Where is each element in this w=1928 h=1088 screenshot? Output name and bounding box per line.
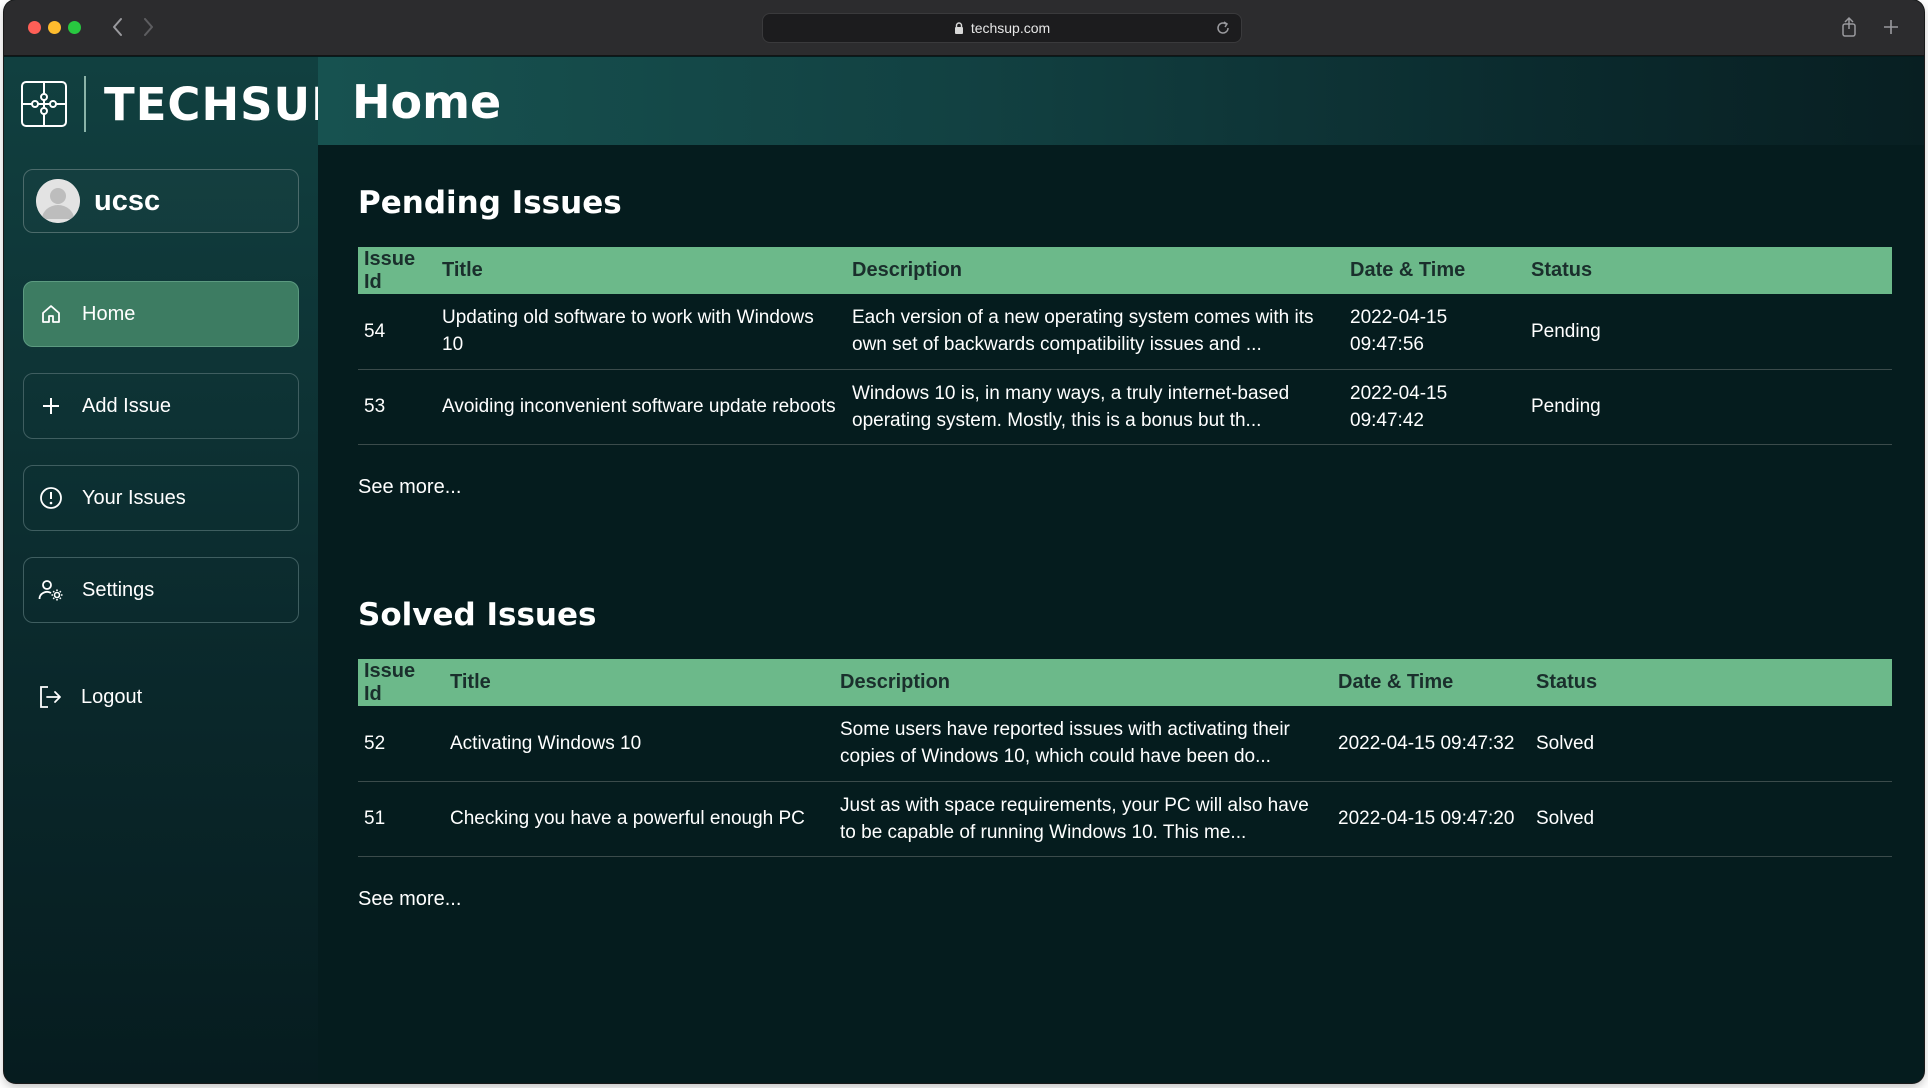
brand-divider xyxy=(84,76,86,132)
issue-description: Just as with space requirements, your PC… xyxy=(834,781,1332,857)
forward-arrow-icon[interactable] xyxy=(138,14,158,40)
issue-description: Each version of a new operating system c… xyxy=(846,294,1344,370)
column-header: Description xyxy=(846,247,1344,294)
column-header: Title xyxy=(444,659,834,706)
issue-datetime: 2022-04-15 09:47:20 xyxy=(1332,781,1530,857)
logout-label: Logout xyxy=(81,685,143,708)
issue-description: Some users have reported issues with act… xyxy=(834,706,1332,782)
user-name: ucsc xyxy=(94,184,161,217)
table-header-row: Issue Id Title Description Date & Time S… xyxy=(358,247,1892,294)
issue-title: Updating old software to work with Windo… xyxy=(436,294,846,370)
issue-id: 53 xyxy=(358,369,436,445)
table-row[interactable]: 54 Updating old software to work with Wi… xyxy=(358,294,1892,370)
sidebar-item-settings[interactable]: Settings xyxy=(23,557,299,623)
issue-title: Checking you have a powerful enough PC xyxy=(444,781,834,857)
sidebar-item-label: Your Issues xyxy=(82,486,186,509)
issue-title: Avoiding inconvenient software update re… xyxy=(436,369,846,445)
issue-datetime: 2022-04-15 09:47:56 xyxy=(1344,294,1525,370)
brand[interactable]: TECHSUP xyxy=(20,69,345,139)
issue-title: Activating Windows 10 xyxy=(444,706,834,782)
column-header: Issue Id xyxy=(358,659,444,706)
sidebar-item-label: Settings xyxy=(82,578,155,601)
logout-button[interactable]: Logout xyxy=(37,684,142,710)
table-row[interactable]: 51 Checking you have a powerful enough P… xyxy=(358,781,1892,857)
back-arrow-icon[interactable] xyxy=(108,14,128,40)
plus-icon xyxy=(38,393,64,419)
lock-icon xyxy=(954,22,963,34)
sidebar-item-your-issues[interactable]: Your Issues xyxy=(23,465,299,531)
issue-status: Solved xyxy=(1530,706,1892,782)
issue-status: Solved xyxy=(1530,781,1892,857)
solved-issues-heading: Solved Issues xyxy=(358,597,597,633)
sidebar-item-label: Add Issue xyxy=(82,394,171,417)
user-gear-icon xyxy=(38,577,64,603)
browser-toolbar: techsup.com xyxy=(4,0,1924,56)
reload-icon[interactable] xyxy=(1215,20,1231,36)
user-card[interactable]: ucsc xyxy=(23,169,299,233)
sidebar-item-add-issue[interactable]: Add Issue xyxy=(23,373,299,439)
sidebar-item-label: Home xyxy=(82,302,136,325)
column-header: Status xyxy=(1530,659,1892,706)
column-header: Description xyxy=(834,659,1332,706)
puzzle-logo-icon xyxy=(21,81,67,127)
brand-name: TECHSUP xyxy=(104,77,346,131)
address-bar[interactable]: techsup.com xyxy=(762,13,1242,43)
alert-circle-icon xyxy=(38,485,64,511)
issue-status: Pending xyxy=(1525,369,1892,445)
issue-description: Windows 10 is, in many ways, a truly int… xyxy=(846,369,1344,445)
column-header: Status xyxy=(1525,247,1892,294)
page-title: Home xyxy=(352,75,502,129)
pending-issues-heading: Pending Issues xyxy=(358,185,622,221)
issue-datetime: 2022-04-15 09:47:42 xyxy=(1344,369,1525,445)
table-row[interactable]: 52 Activating Windows 10 Some users have… xyxy=(358,706,1892,782)
new-tab-icon[interactable] xyxy=(1880,16,1902,38)
see-more-pending-link[interactable]: See more... xyxy=(358,476,461,499)
share-icon[interactable] xyxy=(1838,16,1860,38)
table-row[interactable]: 53 Avoiding inconvenient software update… xyxy=(358,369,1892,445)
column-header: Issue Id xyxy=(358,247,436,294)
issue-id: 51 xyxy=(358,781,444,857)
issue-id: 52 xyxy=(358,706,444,782)
sidebar-item-home[interactable]: Home xyxy=(23,281,299,347)
logout-icon xyxy=(37,684,63,710)
close-window-button[interactable] xyxy=(28,21,41,34)
issue-datetime: 2022-04-15 09:47:32 xyxy=(1332,706,1530,782)
column-header: Title xyxy=(436,247,846,294)
zoom-window-button[interactable] xyxy=(68,21,81,34)
column-header: Date & Time xyxy=(1332,659,1530,706)
avatar xyxy=(36,179,80,223)
pending-issues-table: Issue Id Title Description Date & Time S… xyxy=(358,247,1892,445)
page-header: Home xyxy=(318,57,1924,145)
solved-issues-table: Issue Id Title Description Date & Time S… xyxy=(358,659,1892,857)
sidebar: TECHSUP ucsc Home Add Issue Your Issues … xyxy=(4,57,344,1083)
minimize-window-button[interactable] xyxy=(48,21,61,34)
see-more-solved-link[interactable]: See more... xyxy=(358,888,461,911)
url-text: techsup.com xyxy=(970,20,1051,36)
user-avatar-icon xyxy=(36,179,80,223)
column-header: Date & Time xyxy=(1344,247,1525,294)
issue-status: Pending xyxy=(1525,294,1892,370)
home-icon xyxy=(38,301,64,327)
main-content: Pending Issues Issue Id Title Descriptio… xyxy=(318,145,1924,1083)
issue-id: 54 xyxy=(358,294,436,370)
table-header-row: Issue Id Title Description Date & Time S… xyxy=(358,659,1892,706)
browser-window: techsup.com TECHSUP ucsc Home Add Issue … xyxy=(4,0,1924,1083)
